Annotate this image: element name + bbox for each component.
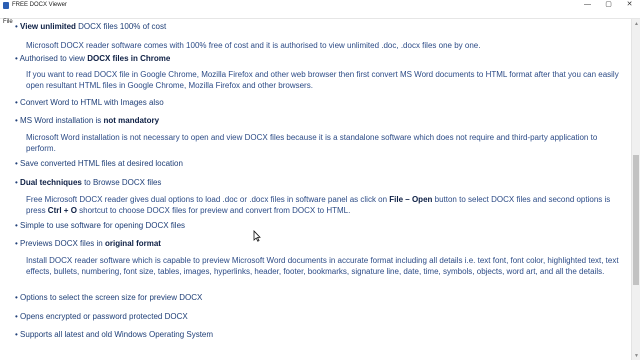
document-view[interactable]: • View unlimited DOCX files 100% of cost… [0, 19, 631, 360]
menu-bar: File [0, 10, 640, 25]
bullet: • [15, 221, 18, 230]
bullet: • [15, 239, 18, 248]
feature-description: Microsoft DOCX reader software comes wit… [26, 41, 481, 50]
title-bar: FREE DOCX Viewer — ▢ ✕ [0, 0, 640, 10]
bullet: • [15, 178, 18, 187]
bullet: • [15, 54, 18, 63]
maximize-button[interactable]: ▢ [598, 0, 619, 10]
feature-title: • Simple to use software for opening DOC… [15, 221, 186, 230]
scroll-up-arrow-icon[interactable]: ▲ [632, 19, 640, 28]
bullet: • [15, 293, 18, 302]
window-controls: — ▢ ✕ [577, 0, 640, 10]
feature-title: • Opens encrypted or password protected … [15, 312, 188, 321]
feature-title: • Supports all latest and old Windows Op… [15, 330, 214, 339]
feature-title: • View unlimited DOCX files 100% of cost [15, 22, 167, 31]
bullet: • [15, 116, 18, 125]
feature-description: Microsoft Word installation is not neces… [26, 133, 598, 153]
feature-title: • Convert Word to HTML with Images also [15, 98, 164, 107]
feature-description: Install DOCX reader software which is ca… [26, 256, 619, 276]
app-icon [3, 1, 9, 9]
mouse-cursor-icon [253, 230, 261, 242]
feature-title: • Dual techniques to Browse DOCX files [15, 178, 162, 187]
feature-title: • Options to select the screen size for … [15, 293, 203, 302]
scrollbar-thumb[interactable] [633, 155, 639, 285]
feature-title: • Save converted HTML files at desired l… [15, 159, 183, 168]
bullet: • [15, 22, 18, 31]
scroll-down-arrow-icon[interactable]: ▼ [632, 351, 640, 360]
feature-title: • MS Word installation is not mandatory [15, 116, 160, 125]
feature-title: • Authorised to view DOCX files in Chrom… [15, 54, 171, 63]
bullet: • [15, 312, 18, 321]
bullet: • [15, 159, 18, 168]
feature-description: If you want to read DOCX file in Google … [26, 70, 619, 90]
bullet: • [15, 98, 18, 107]
close-button[interactable]: ✕ [619, 0, 640, 10]
window-title: FREE DOCX Viewer [12, 2, 67, 8]
feature-title: • Previews DOCX files in original format [15, 239, 161, 248]
feature-description: Free Microsoft DOCX reader gives dual op… [26, 195, 611, 215]
minimize-button[interactable]: — [577, 0, 598, 10]
bullet: • [15, 330, 18, 339]
vertical-scrollbar[interactable]: ▲ ▼ [631, 19, 640, 360]
